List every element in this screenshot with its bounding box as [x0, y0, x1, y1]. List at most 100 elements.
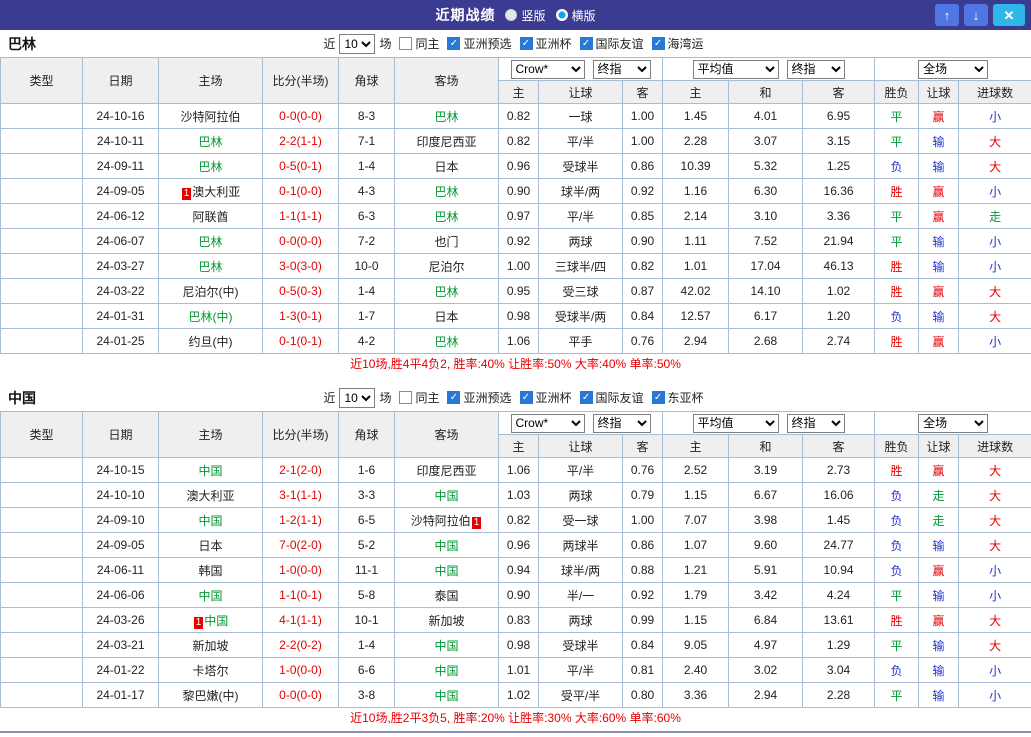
scroll-up-button[interactable]: ↑	[935, 4, 959, 26]
games-label: 场	[379, 391, 392, 405]
avg-draw-odds-cell: 5.32	[728, 153, 804, 179]
handicap-home-odds-cell: 1.03	[498, 482, 539, 508]
score-cell: 4-1(1-1)	[262, 607, 339, 633]
filter-checkbox-同主[interactable]: 同主	[399, 389, 439, 406]
checkbox-checked-icon[interactable]: ✓	[651, 391, 665, 404]
checkbox-checked-icon[interactable]: ✓	[579, 37, 593, 50]
filter-checkboxes: 同主 ✓ 亚洲预选 ✓ 亚洲杯 ✓ 国际友谊 ✓ 东亚杯	[395, 389, 707, 406]
avg-draw-odds-cell: 3.02	[728, 657, 804, 683]
match-count-select[interactable]: 10	[339, 387, 376, 408]
filter-checkbox-海湾运[interactable]: ✓ 海湾运	[651, 35, 704, 52]
date-cell: 24-10-15	[82, 457, 159, 483]
home-team-cell: 中国	[158, 457, 263, 483]
result-wdl-cell: 胜	[874, 278, 920, 304]
filter-checkbox-东亚杯[interactable]: ✓ 东亚杯	[651, 389, 704, 406]
home-team-cell: 1 澳大利亚	[158, 178, 263, 204]
filter-checkbox-亚洲预选[interactable]: ✓ 亚洲预选	[447, 389, 512, 406]
corner-cell: 1-6	[338, 457, 395, 483]
checkbox-checked-icon[interactable]: ✓	[447, 391, 461, 404]
checkbox-unchecked-icon[interactable]	[399, 391, 413, 404]
league-cell: 亚洲预选	[0, 103, 83, 129]
away-team-cell: 巴林	[394, 178, 499, 204]
avg-away-odds-cell: 1.02	[802, 278, 876, 304]
team-name-text: 新加坡	[428, 613, 465, 628]
date-cell: 24-03-22	[82, 278, 159, 304]
filter-checkbox-同主[interactable]: 同主	[399, 35, 439, 52]
avg-draw-odds-cell: 3.42	[728, 582, 804, 608]
checkbox-unchecked-icon[interactable]	[399, 37, 413, 50]
radio-vertical-layout[interactable]: 竖版	[505, 7, 546, 24]
away-team-cell: 中国	[394, 557, 499, 583]
avg-away-odds-cell: 3.04	[802, 657, 876, 683]
filter-checkbox-亚洲杯[interactable]: ✓ 亚洲杯	[519, 389, 572, 406]
scroll-down-button[interactable]: ↓	[964, 4, 988, 26]
subcol-avg-draw: 和	[728, 80, 804, 104]
score-cell: 1-0(0-0)	[262, 557, 339, 583]
avg-home-odds-cell: 2.28	[662, 128, 730, 154]
subcol-avg-home: 主	[662, 80, 730, 104]
odds-stage-select-2[interactable]: 终指	[786, 59, 845, 79]
away-team-cell: 中国	[394, 482, 499, 508]
match-row: 亚洲杯 24-01-25 约旦(中) 0-1(0-1) 4-2 巴林 1.06 平手 0.76 2…	[0, 328, 1031, 354]
team-name-text: 巴林	[434, 209, 459, 224]
full-match-select[interactable]: 全场	[918, 59, 989, 79]
league-cell: 亚洲预选	[0, 607, 83, 633]
corner-cell: 4-2	[338, 328, 395, 354]
checkbox-checked-icon[interactable]: ✓	[519, 391, 533, 404]
close-button[interactable]: ✕	[993, 4, 1025, 26]
avg-home-odds-cell: 2.40	[662, 657, 730, 683]
corner-cell: 7-2	[338, 228, 395, 254]
col-header-home: 主场	[158, 411, 263, 458]
score-cell: 0-0(0-0)	[262, 228, 339, 254]
handicap-home-odds-cell: 0.97	[498, 203, 539, 229]
match-row: 亚洲预选 24-10-15 中国 2-1(2-0) 1-6 印度尼西亚 1.06 平/半 0.7…	[0, 457, 1031, 483]
checkbox-checked-icon[interactable]: ✓	[579, 391, 593, 404]
avg-draw-odds-cell: 3.07	[728, 128, 804, 154]
bookmaker-select[interactable]: Crow*	[510, 413, 585, 433]
result-handicap-cell: 输	[918, 228, 960, 254]
checkbox-checked-icon[interactable]: ✓	[651, 37, 665, 50]
result-wdl-cell: 负	[874, 303, 920, 329]
league-cell: 亚洲杯	[0, 657, 83, 683]
team-name-text: 印度尼西亚	[416, 463, 477, 478]
avg-away-odds-cell: 13.61	[802, 607, 876, 633]
filter-checkbox-国际友谊[interactable]: ✓ 国际友谊	[579, 389, 644, 406]
checkbox-checked-icon[interactable]: ✓	[447, 37, 461, 50]
away-team-cell: 新加坡	[394, 607, 499, 633]
radio-horizontal-layout[interactable]: 横版	[555, 7, 596, 24]
result-goals-cell: 小	[958, 582, 1031, 608]
avg-away-odds-cell: 10.94	[802, 557, 876, 583]
handicap-line-cell: 平手	[538, 328, 623, 354]
result-goals-cell: 大	[958, 507, 1031, 533]
avg-home-odds-cell: 7.07	[662, 507, 730, 533]
result-wdl-cell: 负	[874, 153, 920, 179]
corner-cell: 1-4	[338, 153, 395, 179]
avg-draw-odds-cell: 6.30	[728, 178, 804, 204]
subcol-handicap-line: 让球	[538, 434, 623, 458]
filter-checkbox-国际友谊[interactable]: ✓ 国际友谊	[579, 35, 644, 52]
odds-stage-select-2[interactable]: 终指	[786, 413, 845, 433]
handicap-home-odds-cell: 0.83	[498, 607, 539, 633]
bookmaker-select[interactable]: Crow*	[510, 59, 585, 79]
corner-cell: 6-3	[338, 203, 395, 229]
filter-checkbox-亚洲预选[interactable]: ✓ 亚洲预选	[447, 35, 512, 52]
average-odds-select[interactable]: 平均值	[692, 59, 779, 79]
result-handicap-cell: 输	[918, 303, 960, 329]
score-cell: 0-0(0-0)	[262, 103, 339, 129]
full-match-select[interactable]: 全场	[918, 413, 989, 433]
corner-cell: 6-6	[338, 657, 395, 683]
match-count-select[interactable]: 10	[339, 33, 376, 54]
average-odds-select[interactable]: 平均值	[692, 413, 779, 433]
subcol-handicap-home: 主	[498, 434, 539, 458]
handicap-away-odds-cell: 0.99	[621, 607, 664, 633]
odds-stage-select-1[interactable]: 终指	[592, 59, 651, 79]
avg-away-odds-cell: 1.25	[802, 153, 876, 179]
result-handicap-cell: 赢	[918, 178, 960, 204]
filter-checkbox-亚洲杯[interactable]: ✓ 亚洲杯	[519, 35, 572, 52]
odds-stage-select-1[interactable]: 终指	[592, 413, 651, 433]
checkbox-checked-icon[interactable]: ✓	[519, 37, 533, 50]
date-cell: 24-06-11	[82, 557, 159, 583]
result-goals-cell: 小	[958, 103, 1031, 129]
corner-cell: 5-2	[338, 532, 395, 558]
checkbox-label: 国际友谊	[595, 37, 644, 51]
